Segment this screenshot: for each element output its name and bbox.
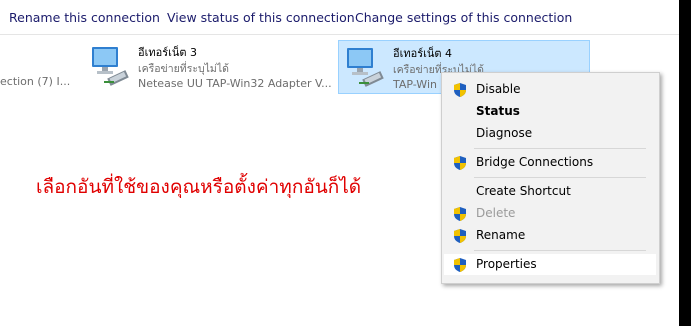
menu-item-create-shortcut[interactable]: Create Shortcut [444,181,656,202]
menu-item-diagnose[interactable]: Diagnose [444,123,656,144]
change-settings-button[interactable]: Change settings of this connection [355,10,572,25]
menu-item-bridge-connections[interactable]: Bridge Connections [444,152,656,173]
connection-name: อีเทอร์เน็ต 4 [393,47,453,60]
rename-connection-button[interactable]: Rename this connection [9,10,160,25]
context-menu: Disable Status Diagnose Bridge Connectio… [441,72,660,284]
connection-adapter: TAP-Win [393,78,437,91]
view-status-button[interactable]: View status of this connection [167,10,355,25]
menu-item-label: Disable [476,82,521,96]
uac-shield-icon [454,207,466,221]
menu-item-label: Properties [476,257,537,271]
menu-item-status[interactable]: Status [444,101,656,122]
network-adapter-icon [92,47,129,86]
connection-status: เครือข่ายที่ระบุไม่ได้ [138,63,229,75]
menu-item-properties[interactable]: Properties [444,254,656,275]
menu-item-label: Rename [476,228,526,242]
connection-adapter: Netease UU TAP-Win32 Adapter V... [138,77,332,90]
window-edge [679,0,691,326]
uac-shield-icon [454,156,466,170]
uac-shield-icon [454,229,466,243]
menu-item-delete[interactable]: Delete [444,203,656,224]
uac-shield-icon [454,258,466,272]
menu-separator [474,250,646,251]
command-bar: Rename this connection View status of th… [0,0,679,35]
menu-item-label: Bridge Connections [476,155,594,169]
menu-item-label: Create Shortcut [476,184,571,198]
menu-item-label: Delete [476,206,516,220]
menu-item-rename[interactable]: Rename [444,225,656,246]
annotation-text: เลือกอันที่ใช้ของคุณหรือตั้งค่าทุกอันก็ไ… [36,176,362,198]
network-adapter-icon [347,48,384,87]
connection-partial-label[interactable]: ection (7) I... [0,75,70,88]
menu-item-label: Diagnose [476,126,533,140]
uac-shield-icon [454,83,466,97]
menu-item-label: Status [476,104,520,118]
menu-separator [474,177,646,178]
connection-item-ethernet-3[interactable]: อีเทอร์เน็ต 3 เครือข่ายที่ระบุไม่ได้ Net… [84,40,334,92]
menu-separator [474,148,646,149]
connection-name: อีเทอร์เน็ต 3 [138,46,198,59]
menu-item-disable[interactable]: Disable [444,79,656,100]
